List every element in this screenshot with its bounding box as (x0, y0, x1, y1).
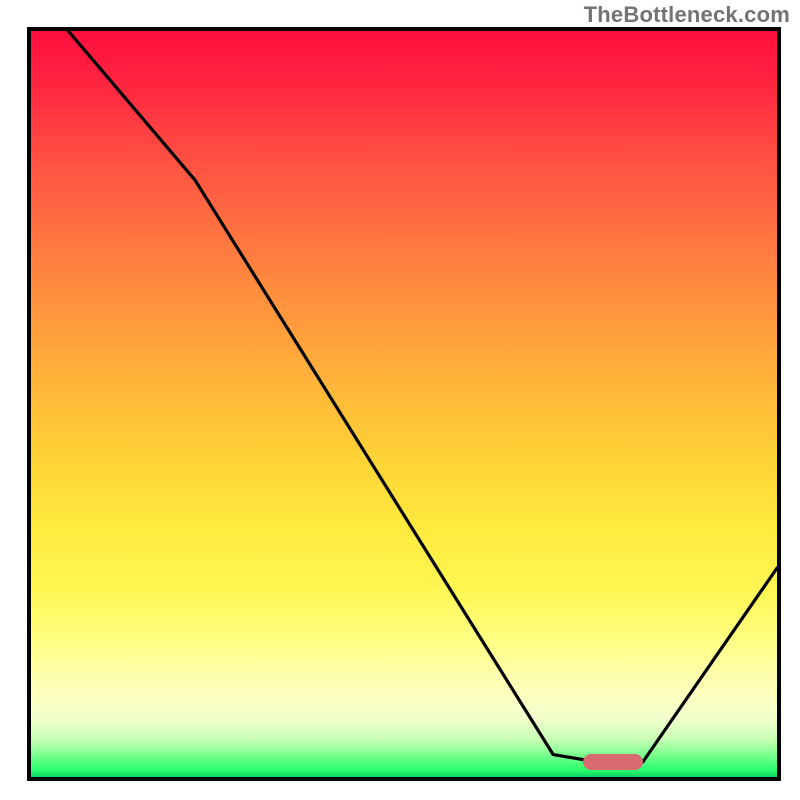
optimal-range-marker (583, 754, 643, 770)
bottleneck-curve (31, 31, 777, 777)
attribution-text: TheBottleneck.com (584, 2, 790, 28)
chart-plot-area (27, 27, 781, 781)
